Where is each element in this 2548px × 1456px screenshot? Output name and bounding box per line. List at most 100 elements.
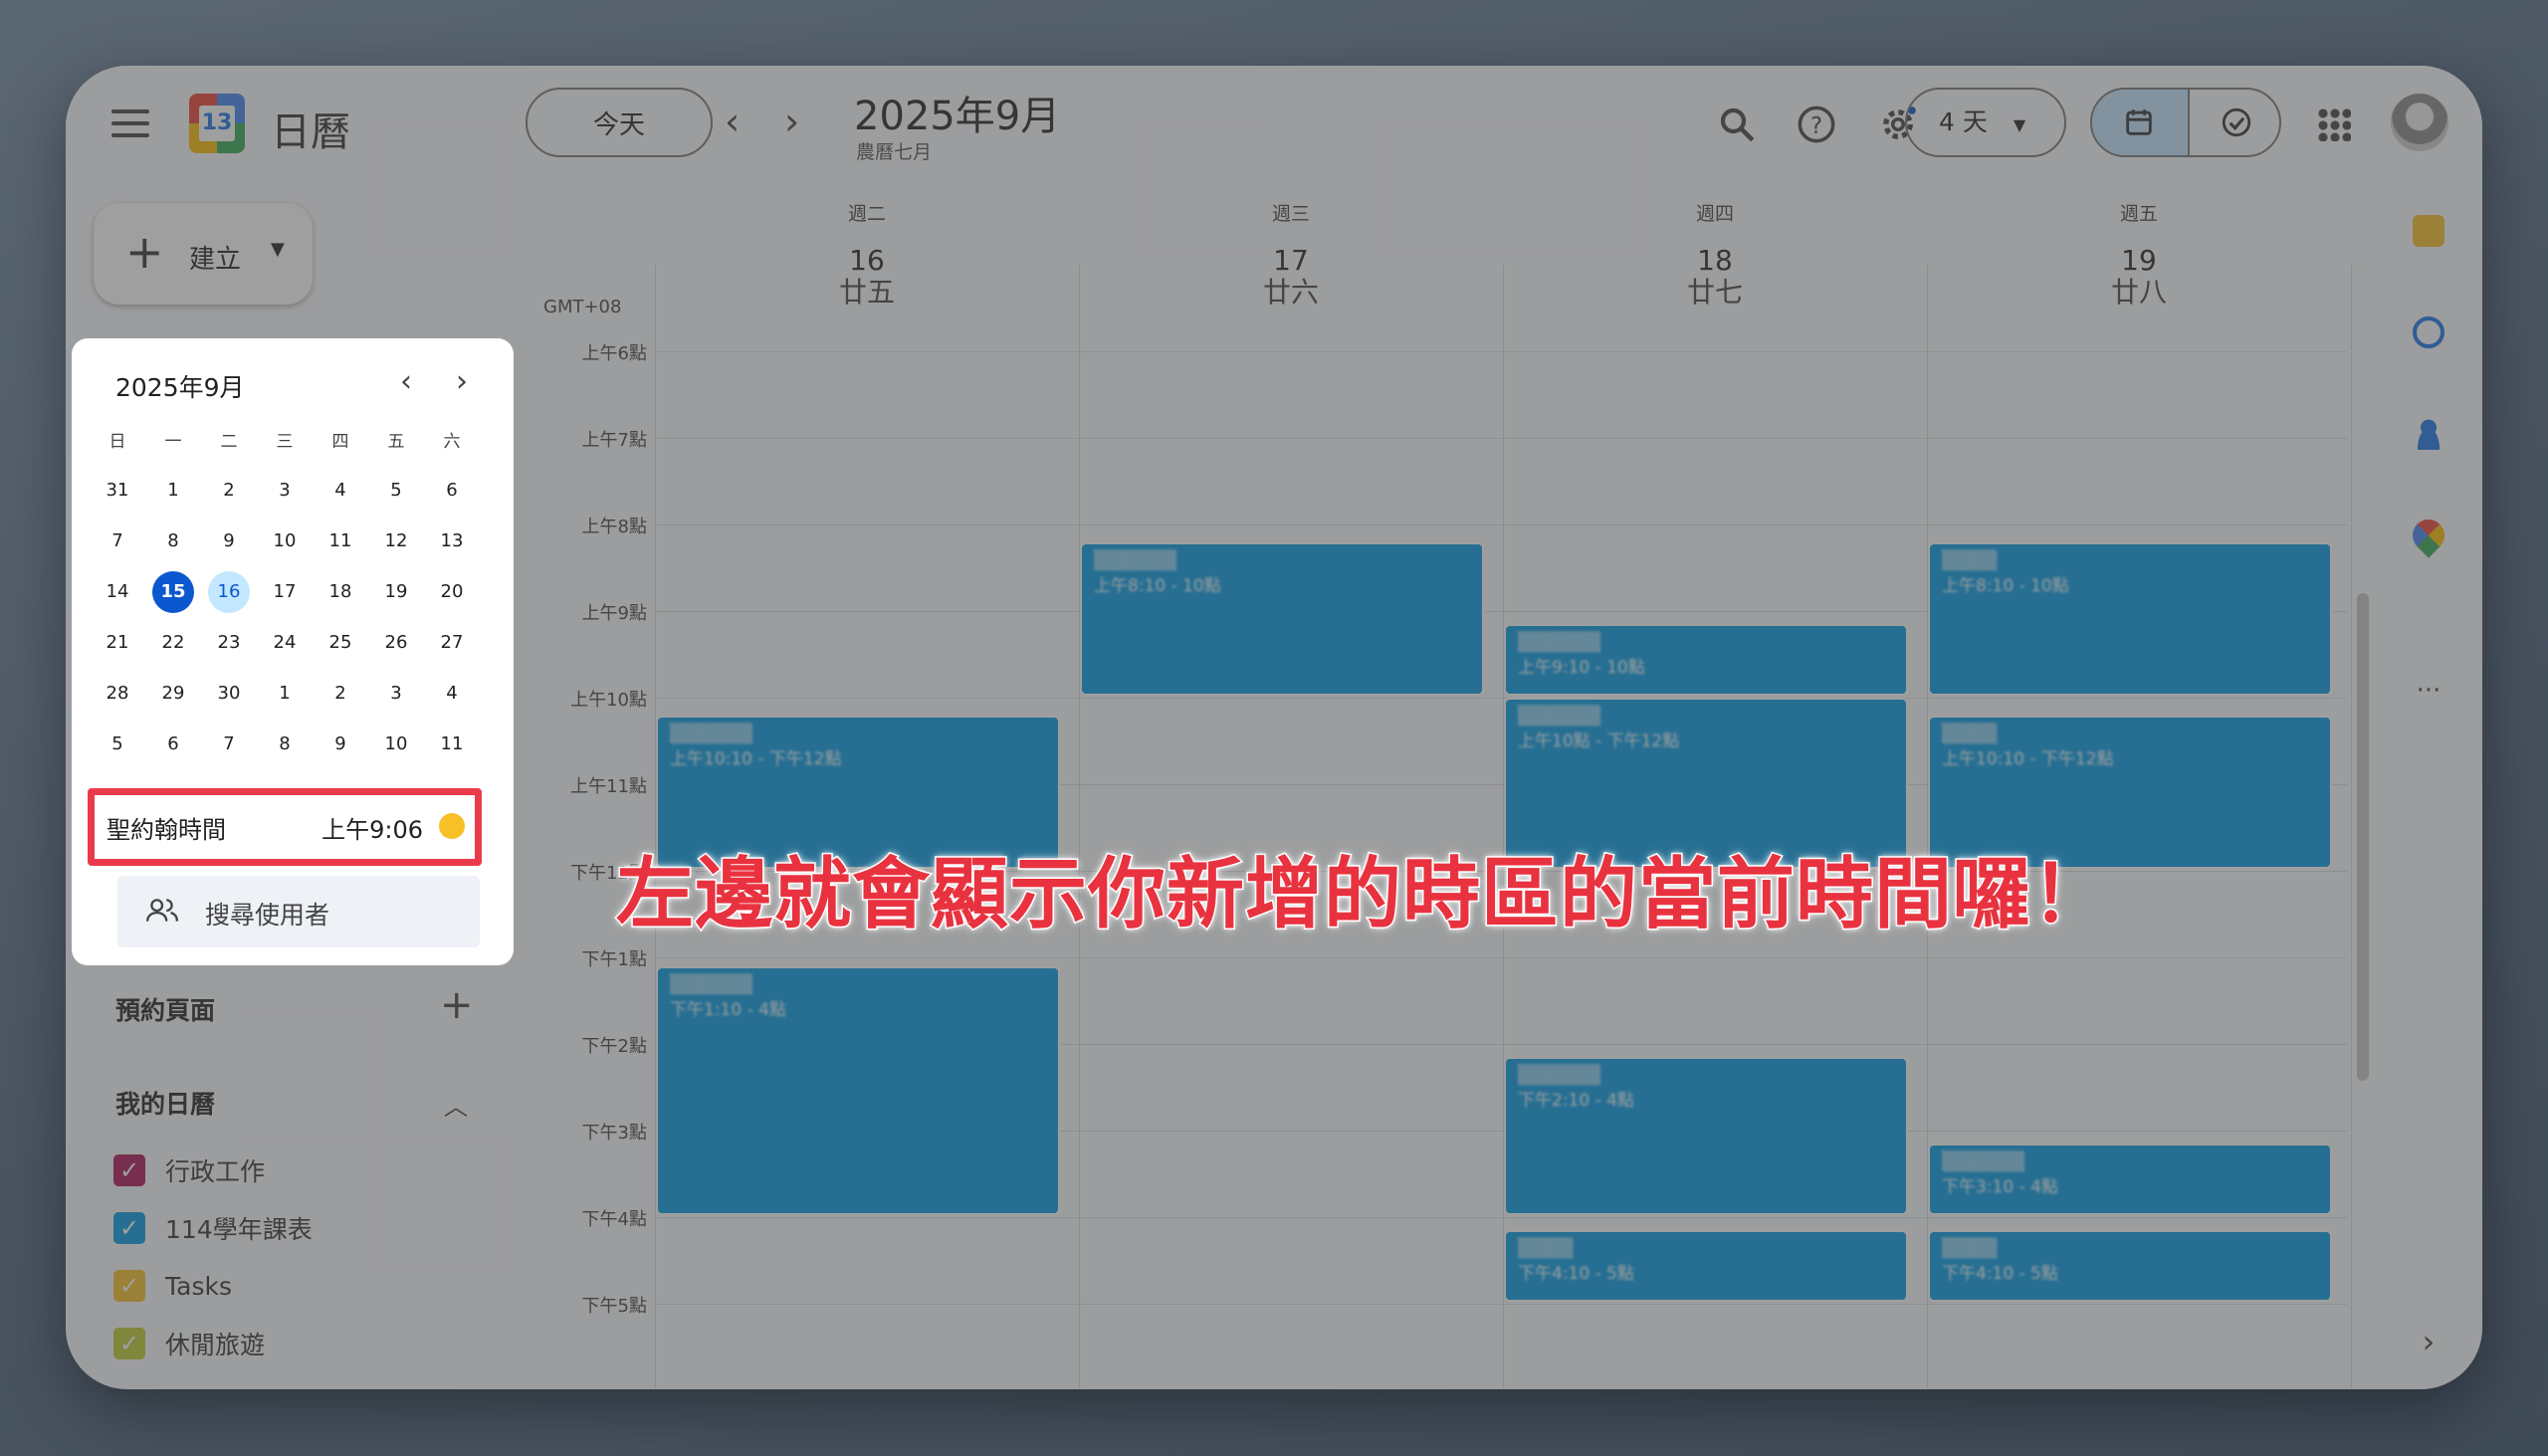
add-booking-icon[interactable]: + [440,985,474,1025]
checkbox-check-icon[interactable]: ✓ [113,1328,145,1359]
mini-day[interactable]: 11 [424,719,480,769]
mini-day[interactable]: 9 [313,719,368,769]
avatar[interactable] [2391,94,2448,151]
event-time: 下午4:10 - 5點 [1942,1264,2058,1285]
day-header[interactable]: 週三 17 廿六 [1079,199,1503,307]
calendar-event[interactable]: ▒▒▒▒▒▒ 下午1:10 - 4點 [656,966,1060,1216]
my-calendars-heading[interactable]: 我的日曆 [115,1085,215,1121]
mini-day[interactable]: 8 [145,516,201,566]
mini-day[interactable]: 12 [368,516,424,566]
mini-day[interactable]: 19 [368,566,424,617]
calendar-event[interactable]: ▒▒▒▒ 下午4:10 - 5點 [1928,1230,2332,1303]
day-header[interactable]: 週四 18 廿七 [1503,199,1927,307]
calendar-event[interactable]: ▒▒▒▒▒▒ 上午9:10 - 10點 [1504,624,1908,697]
mini-day[interactable]: 18 [313,566,368,617]
mini-day[interactable]: 24 [257,617,313,668]
calendar-event[interactable]: ▒▒▒▒▒▒ 下午3:10 - 4點 [1928,1144,2332,1216]
mini-day[interactable]: 8 [257,719,313,769]
mini-day[interactable]: 4 [313,465,368,516]
mini-day[interactable]: 29 [145,668,201,719]
mini-day[interactable]: 10 [257,516,313,566]
calendar-event[interactable]: ▒▒▒▒ 下午4:10 - 5點 [1504,1230,1908,1303]
world-clock-name: 聖約翰時間 [106,816,226,844]
view-selector-label: 4 天 [1939,107,1988,136]
people-icon [145,899,179,922]
chevron-up-icon[interactable]: ︿ [444,1087,468,1122]
mini-day[interactable]: 6 [424,465,480,516]
mini-day[interactable]: 27 [424,617,480,668]
calendar-list-item[interactable]: ✓ 休閒旅遊 [113,1326,265,1361]
mini-day[interactable]: 1 [145,465,201,516]
mini-day[interactable]: 2 [313,668,368,719]
mini-day[interactable]: 3 [257,465,313,516]
mini-day[interactable]: 4 [424,668,480,719]
mini-day[interactable]: 25 [313,617,368,668]
mini-week-row: 28 29 30 1 2 3 4 [90,668,480,719]
mini-next-icon[interactable]: › [456,364,468,399]
mini-day[interactable]: 7 [201,719,257,769]
chevron-right-icon[interactable]: › [784,100,799,143]
mini-day-label: 3 [390,683,402,704]
mini-day[interactable]: 14 [90,566,145,617]
mini-day[interactable]: 22 [145,617,201,668]
current-month-title: 2025年9月 [854,94,1061,139]
mini-day[interactable]: 2 [201,465,257,516]
main-menu-icon[interactable] [111,109,149,141]
expand-icon[interactable]: › [2413,1326,2444,1357]
mini-day[interactable]: 13 [424,516,480,566]
event-title: ▒▒▒▒▒▒ [1094,549,1177,571]
mini-day[interactable]: 16 [201,566,257,617]
more-icon[interactable]: ··· [2413,678,2444,713]
mini-day[interactable]: 1 [257,668,313,719]
mini-day[interactable]: 23 [201,617,257,668]
booking-pages-heading[interactable]: 預約頁面 [115,991,215,1027]
mini-day[interactable]: 17 [257,566,313,617]
calendar-list-item[interactable]: ✓ Tasks [113,1268,232,1304]
mini-weekday-label: 三 [276,432,294,452]
maps-icon[interactable] [2406,513,2451,558]
mini-day[interactable]: 30 [201,668,257,719]
mini-day[interactable]: 21 [90,617,145,668]
mini-day[interactable]: 26 [368,617,424,668]
today-button[interactable]: 今天 [526,88,713,157]
mini-day[interactable]: 3 [368,668,424,719]
mini-day[interactable]: 28 [90,668,145,719]
calendar-list-item[interactable]: ✓ 114學年課表 [113,1210,313,1246]
calendar-event[interactable]: ▒▒▒▒▒▒ 下午2:10 - 4點 [1504,1057,1908,1216]
search-icon[interactable] [1716,104,1758,145]
lunar-month-label: 農曆七月 [856,141,933,163]
mini-day[interactable]: 9 [201,516,257,566]
mini-day[interactable]: 20 [424,566,480,617]
calendar-event[interactable]: ▒▒▒▒ 上午8:10 - 10點 [1928,541,2332,697]
chevron-left-icon[interactable]: ‹ [725,100,740,143]
calendar-event[interactable]: ▒▒▒▒▒▒ 上午8:10 - 10點 [1080,541,1484,697]
mini-day[interactable]: 15 [145,566,201,617]
mini-day[interactable]: 7 [90,516,145,566]
mini-day[interactable]: 31 [90,465,145,516]
search-users-field[interactable]: 搜尋使用者 [117,876,480,947]
apps-grid-icon[interactable] [2317,107,2351,141]
view-selector[interactable]: 4 天 ▼ [1905,88,2066,157]
contacts-icon[interactable] [2413,418,2444,450]
checkbox-check-icon[interactable]: ✓ [113,1270,145,1302]
tasks-icon[interactable] [2413,316,2444,348]
calendar-list-item[interactable]: ✓ 行政工作 [113,1152,265,1188]
day-number: 18 [1697,244,1733,277]
mini-prev-icon[interactable]: ‹ [400,364,412,399]
help-icon[interactable]: ? [1796,104,1837,145]
mini-day[interactable]: 11 [313,516,368,566]
grid-scrollbar[interactable] [2357,593,2369,1081]
mini-day[interactable]: 6 [145,719,201,769]
checkbox-check-icon[interactable]: ✓ [113,1212,145,1244]
tasks-view-icon[interactable] [2188,90,2279,155]
checkbox-check-icon[interactable]: ✓ [113,1154,145,1186]
create-button[interactable]: + 建立 ▼ [94,203,313,305]
mini-day[interactable]: 10 [368,719,424,769]
keep-icon[interactable] [2413,215,2444,247]
day-header[interactable]: 週五 19 廿八 [1927,199,2351,307]
mini-day-label: 6 [167,733,179,754]
mini-day[interactable]: 5 [90,719,145,769]
day-header[interactable]: 週二 16 廿五 [655,199,1079,307]
calendar-view-icon[interactable] [2092,90,2188,155]
mini-day[interactable]: 5 [368,465,424,516]
